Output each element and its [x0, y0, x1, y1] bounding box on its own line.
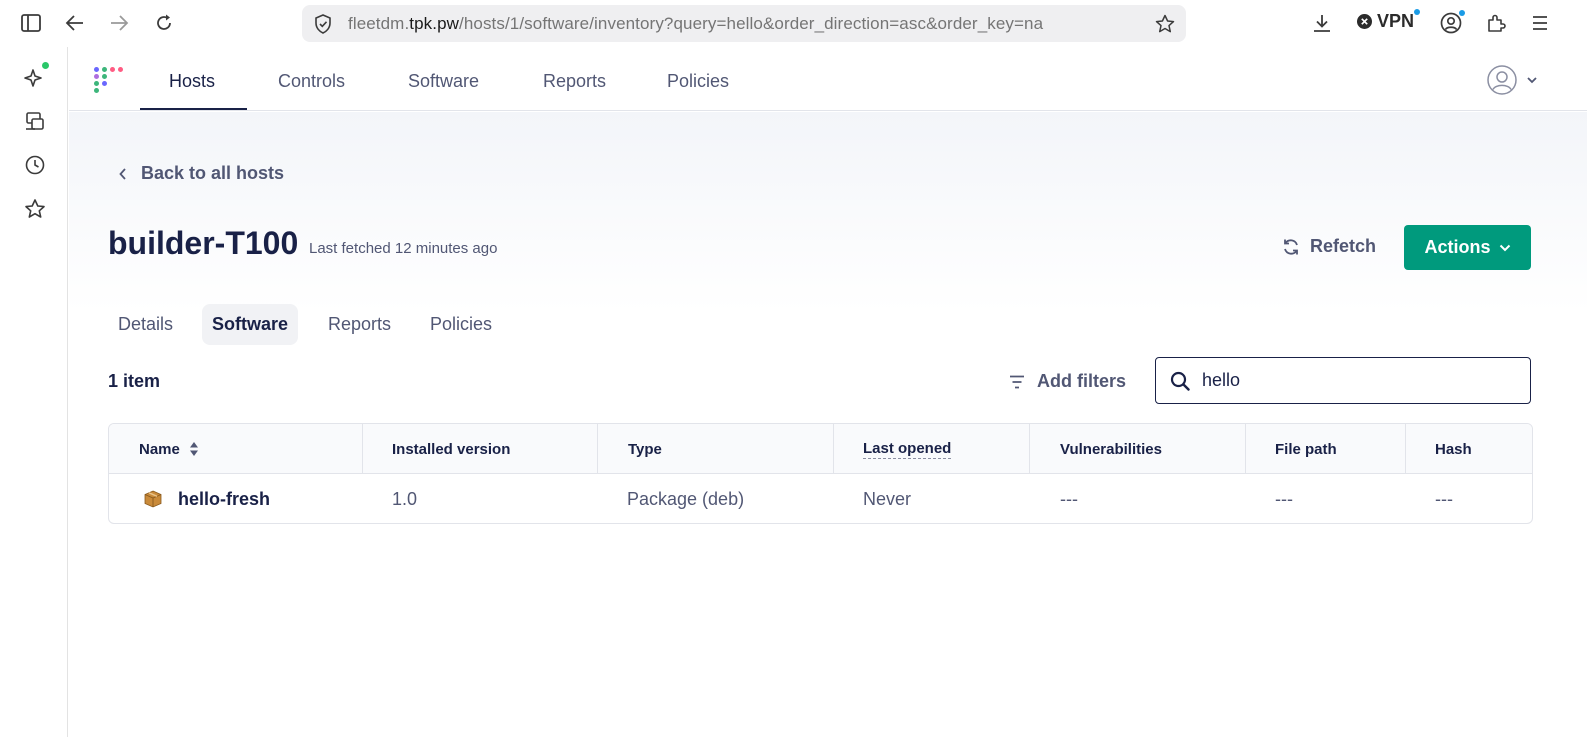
- software-table: Name Installed version Type Last opened …: [108, 423, 1533, 524]
- software-name-cell[interactable]: hello-fresh: [144, 474, 270, 523]
- vpn-close-icon: [1357, 14, 1372, 29]
- shield-icon[interactable]: [312, 13, 334, 35]
- sidebar-toggle-icon[interactable]: [18, 10, 44, 36]
- nav-software[interactable]: Software: [408, 71, 479, 92]
- add-filters-button[interactable]: Add filters: [1009, 371, 1126, 392]
- forward-icon[interactable]: [106, 10, 132, 36]
- package-icon: [144, 490, 162, 508]
- table-header: Name Installed version Type Last opened …: [109, 424, 1532, 474]
- search-icon: [1170, 371, 1190, 391]
- column-header-vulnerabilities: Vulnerabilities: [1060, 440, 1162, 458]
- vpn-label: VPN: [1377, 11, 1415, 31]
- url-bar[interactable]: fleetdm.tpk.pw/hosts/1/software/inventor…: [302, 5, 1186, 42]
- add-filters-label: Add filters: [1037, 371, 1127, 391]
- top-nav: Hosts Controls Software Reports Policies: [69, 47, 1587, 111]
- tab-software[interactable]: Software: [202, 304, 299, 345]
- column-header-hash: Hash: [1435, 440, 1472, 458]
- chevron-left-icon: [119, 167, 126, 180]
- reload-icon[interactable]: [151, 10, 177, 36]
- nav-hosts[interactable]: Hosts: [169, 71, 215, 92]
- header-gradient: [69, 112, 1587, 312]
- browser-sidebar: [0, 47, 68, 737]
- item-count: 1 item: [108, 371, 161, 391]
- back-icon[interactable]: [62, 10, 88, 36]
- installed-version-cell: 1.0: [392, 488, 418, 509]
- column-header-last-opened: Last opened: [863, 439, 952, 459]
- search-input[interactable]: [1202, 370, 1502, 391]
- refetch-label: Refetch: [1310, 236, 1377, 256]
- hash-cell: ---: [1435, 488, 1453, 509]
- nav-active-indicator: [140, 108, 247, 110]
- nav-reports[interactable]: Reports: [543, 71, 606, 92]
- column-header-installed-version: Installed version: [392, 440, 511, 458]
- filter-icon: [1010, 375, 1024, 388]
- vulnerabilities-cell: ---: [1060, 488, 1078, 509]
- column-header-type: Type: [628, 440, 662, 458]
- tab-policies[interactable]: Policies: [420, 304, 502, 345]
- tab-reports[interactable]: Reports: [318, 304, 401, 345]
- url-text: fleetdm.tpk.pw/hosts/1/software/inventor…: [348, 14, 1044, 33]
- nav-controls[interactable]: Controls: [278, 71, 345, 92]
- account-icon[interactable]: [1438, 10, 1465, 36]
- vpn-button[interactable]: VPN: [1357, 9, 1420, 32]
- actions-label: Actions: [1424, 237, 1491, 257]
- fleet-logo-icon[interactable]: [94, 67, 123, 93]
- download-icon[interactable]: [1309, 10, 1335, 36]
- host-name: builder-T100: [108, 225, 299, 261]
- bookmark-star-icon[interactable]: [1154, 13, 1176, 35]
- menu-icon[interactable]: [1527, 10, 1553, 36]
- user-avatar-icon: [1487, 65, 1517, 95]
- history-icon[interactable]: [22, 152, 48, 178]
- refetch-button[interactable]: Refetch: [1282, 236, 1376, 257]
- chevron-down-icon: [1527, 77, 1537, 84]
- chevron-down-icon: [1499, 244, 1510, 251]
- tab-details[interactable]: Details: [108, 304, 183, 345]
- sort-icon: [189, 442, 198, 456]
- last-fetched-text: Last fetched 12 minutes ago: [309, 240, 498, 257]
- browser-toolbar: fleetdm.tpk.pw/hosts/1/software/inventor…: [0, 0, 1587, 47]
- last-opened-cell: Never: [863, 488, 912, 509]
- actions-button[interactable]: Actions: [1404, 225, 1531, 270]
- extensions-icon[interactable]: [1483, 10, 1509, 36]
- back-label: Back to all hosts: [141, 163, 285, 183]
- column-header-file-path: File path: [1275, 440, 1337, 458]
- software-search[interactable]: [1155, 357, 1531, 404]
- column-header-name[interactable]: Name: [139, 424, 199, 474]
- user-menu[interactable]: [1486, 64, 1538, 96]
- fleet-app: Hosts Controls Software Reports Policies…: [69, 47, 1587, 737]
- software-name[interactable]: hello-fresh: [178, 489, 270, 510]
- nav-policies[interactable]: Policies: [667, 71, 729, 92]
- back-to-hosts-link[interactable]: Back to all hosts: [119, 163, 284, 184]
- bookmarks-icon[interactable]: [22, 196, 48, 222]
- synced-tabs-icon[interactable]: [22, 108, 48, 134]
- refresh-icon: [1284, 238, 1298, 255]
- file-path-cell: ---: [1275, 488, 1293, 509]
- sparkle-ai-icon[interactable]: [22, 62, 49, 90]
- type-cell: Package (deb): [627, 488, 745, 509]
